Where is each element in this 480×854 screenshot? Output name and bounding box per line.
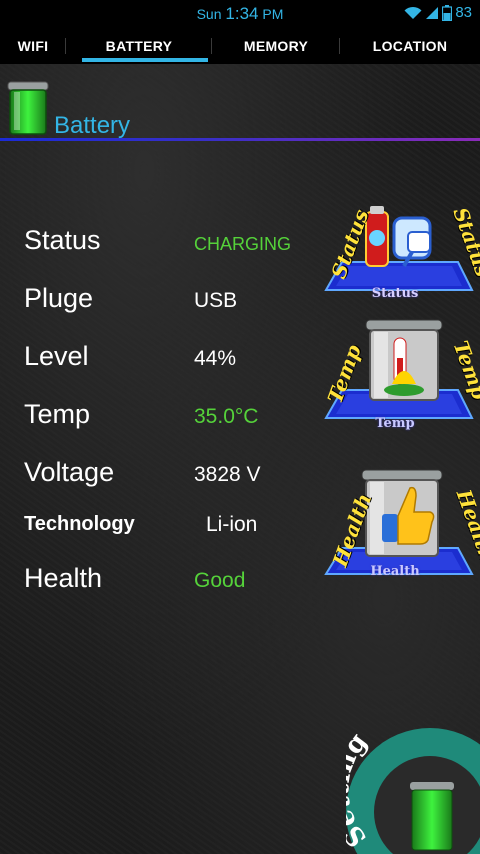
info-row-plug: Pluge USB: [0, 283, 300, 323]
info-row-health: Health Good: [0, 563, 300, 603]
widget-label: Status: [371, 286, 419, 301]
status-ampm: PM: [262, 6, 284, 22]
signal-icon: [426, 6, 439, 19]
info-value: 3828 V: [194, 463, 261, 486]
wifi-icon: [404, 6, 422, 19]
info-label: Status: [24, 225, 101, 255]
info-row-temp: Temp 35.0°C: [0, 399, 300, 439]
temp-widget[interactable]: Temp Temp Temp: [312, 318, 480, 431]
battery-icon: [442, 4, 453, 21]
setting-button-art: Setting: [325, 728, 480, 854]
info-value: USB: [194, 289, 238, 312]
setting-button[interactable]: Setting: [325, 720, 480, 854]
widget-label: Temp: [375, 416, 415, 431]
tab-label: MEMORY: [243, 38, 309, 54]
header-divider: [0, 138, 480, 141]
status-day: Sun: [196, 6, 222, 22]
info-value: 35.0°C: [194, 405, 259, 428]
tab-bar: WIFI BATTERY MEMORY LOCATION: [0, 28, 480, 64]
tab-label: WIFI: [17, 38, 49, 54]
tab-location[interactable]: LOCATION: [340, 28, 480, 64]
info-value: Good: [194, 569, 246, 592]
info-label: Pluge: [24, 283, 94, 313]
info-label: Technology: [24, 513, 135, 535]
tab-memory[interactable]: MEMORY: [212, 28, 340, 64]
health-widget[interactable]: Health Health Health: [312, 468, 480, 579]
battery-percent: 83: [455, 4, 472, 21]
status-time: 1:34: [225, 4, 259, 23]
tab-battery[interactable]: BATTERY: [66, 28, 212, 64]
status-widget[interactable]: Status Status Status: [312, 202, 480, 302]
info-label: Level: [24, 341, 89, 371]
info-row-status: Status CHARGING: [0, 225, 300, 265]
info-value: Li-ion: [206, 513, 258, 536]
info-label: Temp: [24, 399, 91, 429]
status-bar: Sun 1:34 PM 83: [0, 0, 480, 28]
page-header: Battery: [0, 76, 480, 144]
info-value: 44%: [194, 347, 237, 370]
widget-label: Health: [370, 564, 420, 579]
info-row-technology: Technology Li-ion: [0, 507, 300, 547]
status-icons: 83: [404, 4, 472, 21]
battery-glass-icon: [7, 81, 49, 135]
tab-wifi[interactable]: WIFI: [0, 28, 66, 64]
info-value: CHARGING: [194, 234, 292, 254]
info-label: Voltage: [24, 457, 115, 487]
tab-label: BATTERY: [105, 38, 173, 54]
info-row-level: Level 44%: [0, 341, 300, 381]
info-row-voltage: Voltage 3828 V: [0, 457, 300, 497]
info-label: Health: [24, 563, 103, 593]
tab-label: LOCATION: [372, 38, 448, 54]
page-title: Battery: [54, 112, 131, 139]
